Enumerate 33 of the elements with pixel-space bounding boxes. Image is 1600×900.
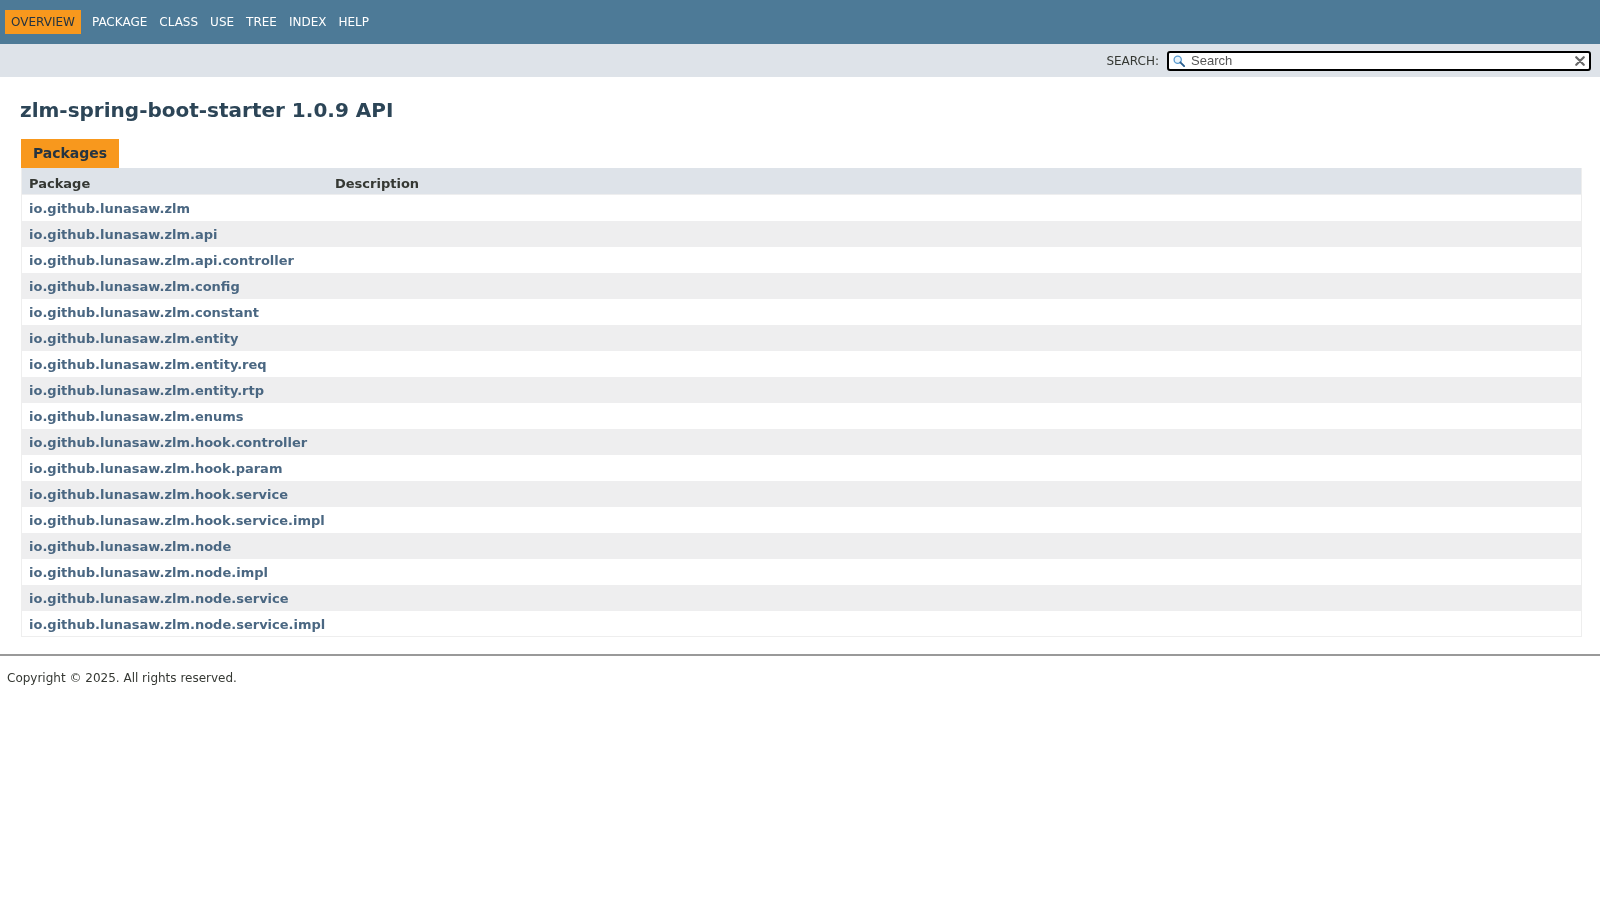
nav-link[interactable]: TREE [240, 10, 283, 34]
table-row-link[interactable]: io.github.lunasaw.zlm.node.service.impl [29, 617, 326, 632]
nav-link[interactable]: HELP [332, 10, 375, 34]
table-row-link[interactable]: io.github.lunasaw.zlm.hook.controller [29, 435, 308, 450]
nav-link[interactable]: OVERVIEW [5, 10, 81, 34]
table-row-link[interactable]: io.github.lunasaw.zlm.entity.rtp [29, 383, 265, 398]
table-row-link[interactable]: io.github.lunasaw.zlm.api [29, 227, 218, 242]
table-row-link[interactable]: io.github.lunasaw.zlm.constant [29, 305, 259, 320]
page-title: zlm-spring-boot-starter 1.0.9 API [20, 98, 395, 122]
table-row-link[interactable]: io.github.lunasaw.zlm.enums [29, 409, 244, 424]
search-icon [1173, 54, 1185, 67]
nav-link[interactable]: USE [204, 10, 241, 34]
table-row-link[interactable]: io.github.lunasaw.zlm.node.impl [29, 565, 268, 580]
search-field[interactable]: Search [1167, 50, 1591, 71]
table-caption-tab[interactable]: Packages [21, 139, 119, 168]
table-row-link[interactable]: io.github.lunasaw.zlm.node [29, 539, 232, 554]
table-row-link[interactable]: io.github.lunasaw.zlm.entity.req [29, 357, 267, 372]
nav-link[interactable]: INDEX [282, 10, 333, 34]
table-row-link[interactable]: io.github.lunasaw.zlm.hook.service [29, 487, 289, 502]
table-row-link[interactable]: io.github.lunasaw.zlm.api.controller [29, 253, 294, 268]
table-row-link[interactable]: io.github.lunasaw.zlm.hook.param [29, 461, 283, 476]
column-header: Description [334, 175, 421, 193]
table-row-link[interactable]: io.github.lunasaw.zlm.entity [29, 331, 239, 346]
copyright-text: Copyright © 2025. All rights reserved. [7, 671, 238, 685]
nav-link[interactable]: PACKAGE [85, 10, 154, 34]
clear-icon[interactable] [1575, 55, 1585, 66]
table-row-link[interactable]: io.github.lunasaw.zlm.config [29, 279, 240, 294]
nav-link[interactable]: CLASS [153, 10, 205, 34]
column-header: Package [28, 175, 92, 193]
table-row-link[interactable]: io.github.lunasaw.zlm [29, 201, 190, 216]
table-row-link[interactable]: io.github.lunasaw.zlm.node.service [29, 591, 289, 606]
table-row-link[interactable]: io.github.lunasaw.zlm.hook.service.impl [29, 513, 325, 528]
search-label: SEARCH: [1106, 53, 1159, 68]
